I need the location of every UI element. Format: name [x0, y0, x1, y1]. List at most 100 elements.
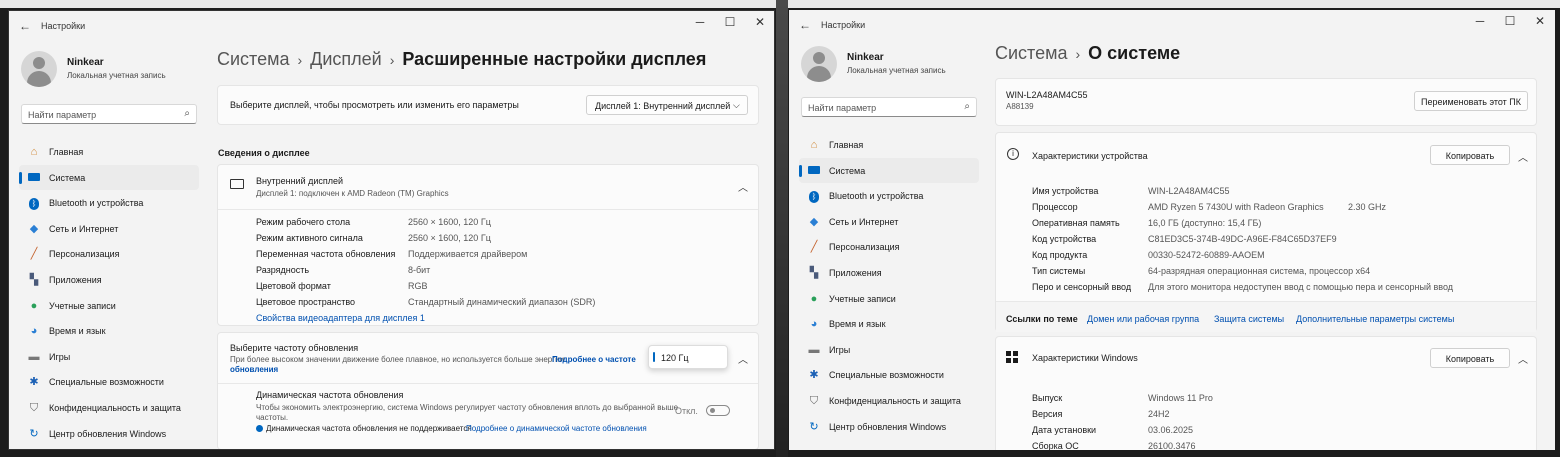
sidebar-item-bluetooth[interactable]: ᛒ Bluetooth и устройства [19, 190, 199, 216]
sidebar-item-home[interactable]: ⌂ Главная [19, 139, 199, 165]
sidebar-item-label: Приложения [829, 267, 882, 278]
page-title: О системе [1088, 43, 1181, 63]
adapter-properties-link[interactable]: Свойства видеоадаптера для дисплея 1 [256, 313, 425, 323]
minimize-icon[interactable]: ─ [1465, 14, 1495, 28]
sidebar-nav: ⌂ Главная Система ᛒ Bluetooth и устройства… [799, 132, 979, 439]
sidebar-item-apps[interactable]: ▚ Приложения [19, 267, 199, 293]
spec-value: AMD Ryzen 5 7430U with Radeon Graphics [1148, 202, 1324, 212]
chevron-up-icon[interactable]: ︿ [1518, 149, 1528, 164]
sidebar-item-windows-update[interactable]: ↻ Центр обновления Windows [799, 414, 979, 440]
info-key: Цветовое пространство [256, 297, 356, 307]
sidebar-item-label: Система [829, 165, 866, 176]
link-system-protection[interactable]: Защита системы [1214, 314, 1284, 324]
spec-value: 26100.3476 [1148, 441, 1196, 450]
minimize-icon[interactable]: ─ [685, 15, 715, 29]
display-select-value: Дисплей 1: Внутренний дисплей [595, 101, 731, 111]
chevron-up-icon[interactable]: ︿ [738, 351, 748, 366]
close-icon[interactable]: ✕ [1525, 14, 1555, 28]
breadcrumb-system[interactable]: Система [995, 43, 1068, 63]
sidebar-item-system[interactable]: Система [799, 157, 979, 184]
breadcrumb-system[interactable]: Система [217, 49, 290, 69]
refresh-more-link-cont[interactable]: обновления [230, 365, 278, 374]
sidebar-item-label: Персонализация [49, 249, 120, 260]
update-icon: ↻ [29, 427, 39, 440]
display-select-dropdown[interactable]: Дисплей 1: Внутренний дисплей ⌵ [586, 95, 748, 115]
sidebar-item-time-language[interactable]: ◕ Время и язык [19, 318, 199, 344]
sidebar-item-accounts[interactable]: ● Учетные записи [19, 293, 199, 319]
link-advanced-system-settings[interactable]: Дополнительные параметры системы [1296, 314, 1454, 324]
device-specs-header[interactable]: i Характеристики устройства Копировать ︿ [996, 133, 1536, 177]
sidebar-item-label: Сеть и Интернет [49, 223, 119, 234]
sidebar-item-time-language[interactable]: ◕ Время и язык [799, 311, 979, 337]
sidebar-item-gaming[interactable]: ▬ Игры [19, 344, 199, 370]
account-type: Локальная учетная запись [847, 66, 946, 75]
maximize-icon[interactable]: ☐ [1495, 14, 1525, 28]
display-info-header[interactable]: Внутренний дисплей Дисплей 1: подключен … [218, 165, 758, 210]
refresh-rate-dropdown[interactable]: 120 Гц [648, 345, 728, 369]
sidebar-item-privacy[interactable]: ⛉ Конфиденциальность и защита [799, 388, 979, 414]
sidebar-item-network[interactable]: ◆ Сеть и Интернет [19, 216, 199, 242]
chevron-down-icon: ⌵ [733, 100, 740, 110]
dynamic-more-link[interactable]: Подробнее о динамической частоте обновле… [466, 424, 647, 433]
sidebar-item-gaming[interactable]: ▬ Игры [799, 337, 979, 363]
windows-specs-card: Характеристики Windows Копировать ︿ Выпу… [995, 336, 1537, 450]
copy-device-specs-button[interactable]: Копировать [1430, 145, 1510, 165]
sidebar-item-apps[interactable]: ▚ Приложения [799, 260, 979, 286]
rename-pc-button[interactable]: Переименовать этот ПК [1414, 91, 1528, 111]
close-icon[interactable]: ✕ [745, 15, 774, 29]
settings-window-about: ← Настройки ─ ☐ ✕ Ninkear Локальная учет… [789, 10, 1555, 450]
spec-value: C81ED3C5-374B-49DC-A96E-F84C65D37EF9 [1148, 234, 1337, 244]
display-select-prompt: Выберите дисплей, чтобы просмотреть или … [230, 100, 519, 110]
home-icon: ⌂ [30, 146, 38, 158]
sidebar-item-bluetooth[interactable]: ᛒ Bluetooth и устройства [799, 183, 979, 209]
spec-key: Тип системы [1032, 266, 1086, 276]
windows-specs-header[interactable]: Характеристики Windows Копировать ︿ [996, 337, 1536, 379]
sidebar-item-system[interactable]: Система [19, 164, 199, 191]
sidebar-item-home[interactable]: ⌂ Главная [799, 132, 979, 158]
pc-model: A88139 [1006, 102, 1034, 111]
info-value: 2560 × 1600, 120 Гц [408, 217, 491, 227]
sidebar-item-label: Главная [49, 147, 84, 157]
chevron-up-icon[interactable]: ︿ [1518, 351, 1528, 366]
refresh-rate-desc: При более высоком значении движение боле… [230, 355, 565, 364]
section-title: Сведения о дисплее [218, 148, 310, 158]
dynamic-note: Динамическая частота обновления не подде… [266, 424, 472, 433]
info-key: Режим активного сигнала [256, 233, 363, 243]
search-input[interactable]: Найти параметр ⌕ [801, 97, 977, 117]
back-arrow-icon[interactable]: ← [799, 18, 811, 32]
info-icon [256, 425, 263, 432]
sidebar-item-accounts[interactable]: ● Учетные записи [799, 286, 979, 312]
sidebar-item-privacy[interactable]: ⛉ Конфиденциальность и защита [19, 395, 199, 421]
sidebar-item-label: Главная [829, 140, 864, 150]
back-arrow-icon[interactable]: ← [19, 19, 31, 33]
refresh-more-link[interactable]: Подробнее о частоте [552, 355, 636, 364]
monitor-icon [807, 164, 821, 178]
sidebar-item-accessibility[interactable]: ✱ Специальные возможности [19, 369, 199, 395]
maximize-icon[interactable]: ☐ [715, 15, 745, 29]
dynamic-refresh-toggle[interactable] [706, 405, 730, 416]
sidebar-item-label: Центр обновления Windows [829, 421, 947, 432]
chevron-up-icon[interactable]: ︿ [738, 179, 748, 194]
sidebar-item-personalization[interactable]: ╱ Персонализация [799, 234, 979, 260]
spec-key: Процессор [1032, 202, 1078, 212]
sidebar-item-label: Игры [49, 351, 71, 362]
dynamic-refresh-desc-cont: частоты. [256, 413, 289, 422]
breadcrumb-display[interactable]: Дисплей [310, 49, 382, 69]
info-value: 8-бит [408, 265, 431, 275]
link-domain-workgroup[interactable]: Домен или рабочая группа [1087, 314, 1199, 324]
display-name: Внутренний дисплей [256, 176, 344, 186]
spec-value: Для этого монитора недоступен ввод с пом… [1148, 282, 1453, 292]
search-input[interactable]: Найти параметр ⌕ [21, 104, 197, 124]
shield-icon: ⛉ [29, 401, 39, 414]
related-links-bar: Ссылки по теме Домен или рабочая группа … [996, 301, 1536, 332]
shield-icon: ⛉ [809, 394, 819, 407]
copy-windows-specs-button[interactable]: Копировать [1430, 348, 1510, 368]
spec-key: Выпуск [1032, 393, 1063, 403]
sidebar-item-label: Специальные возможности [49, 377, 164, 388]
sidebar-item-network[interactable]: ◆ Сеть и Интернет [799, 209, 979, 235]
sidebar-item-accessibility[interactable]: ✱ Специальные возможности [799, 362, 979, 388]
sidebar-item-personalization[interactable]: ╱ Персонализация [19, 241, 199, 267]
display-info-card: Внутренний дисплей Дисплей 1: подключен … [217, 164, 759, 326]
update-icon: ↻ [809, 420, 819, 433]
sidebar-item-windows-update[interactable]: ↻ Центр обновления Windows [19, 421, 199, 447]
